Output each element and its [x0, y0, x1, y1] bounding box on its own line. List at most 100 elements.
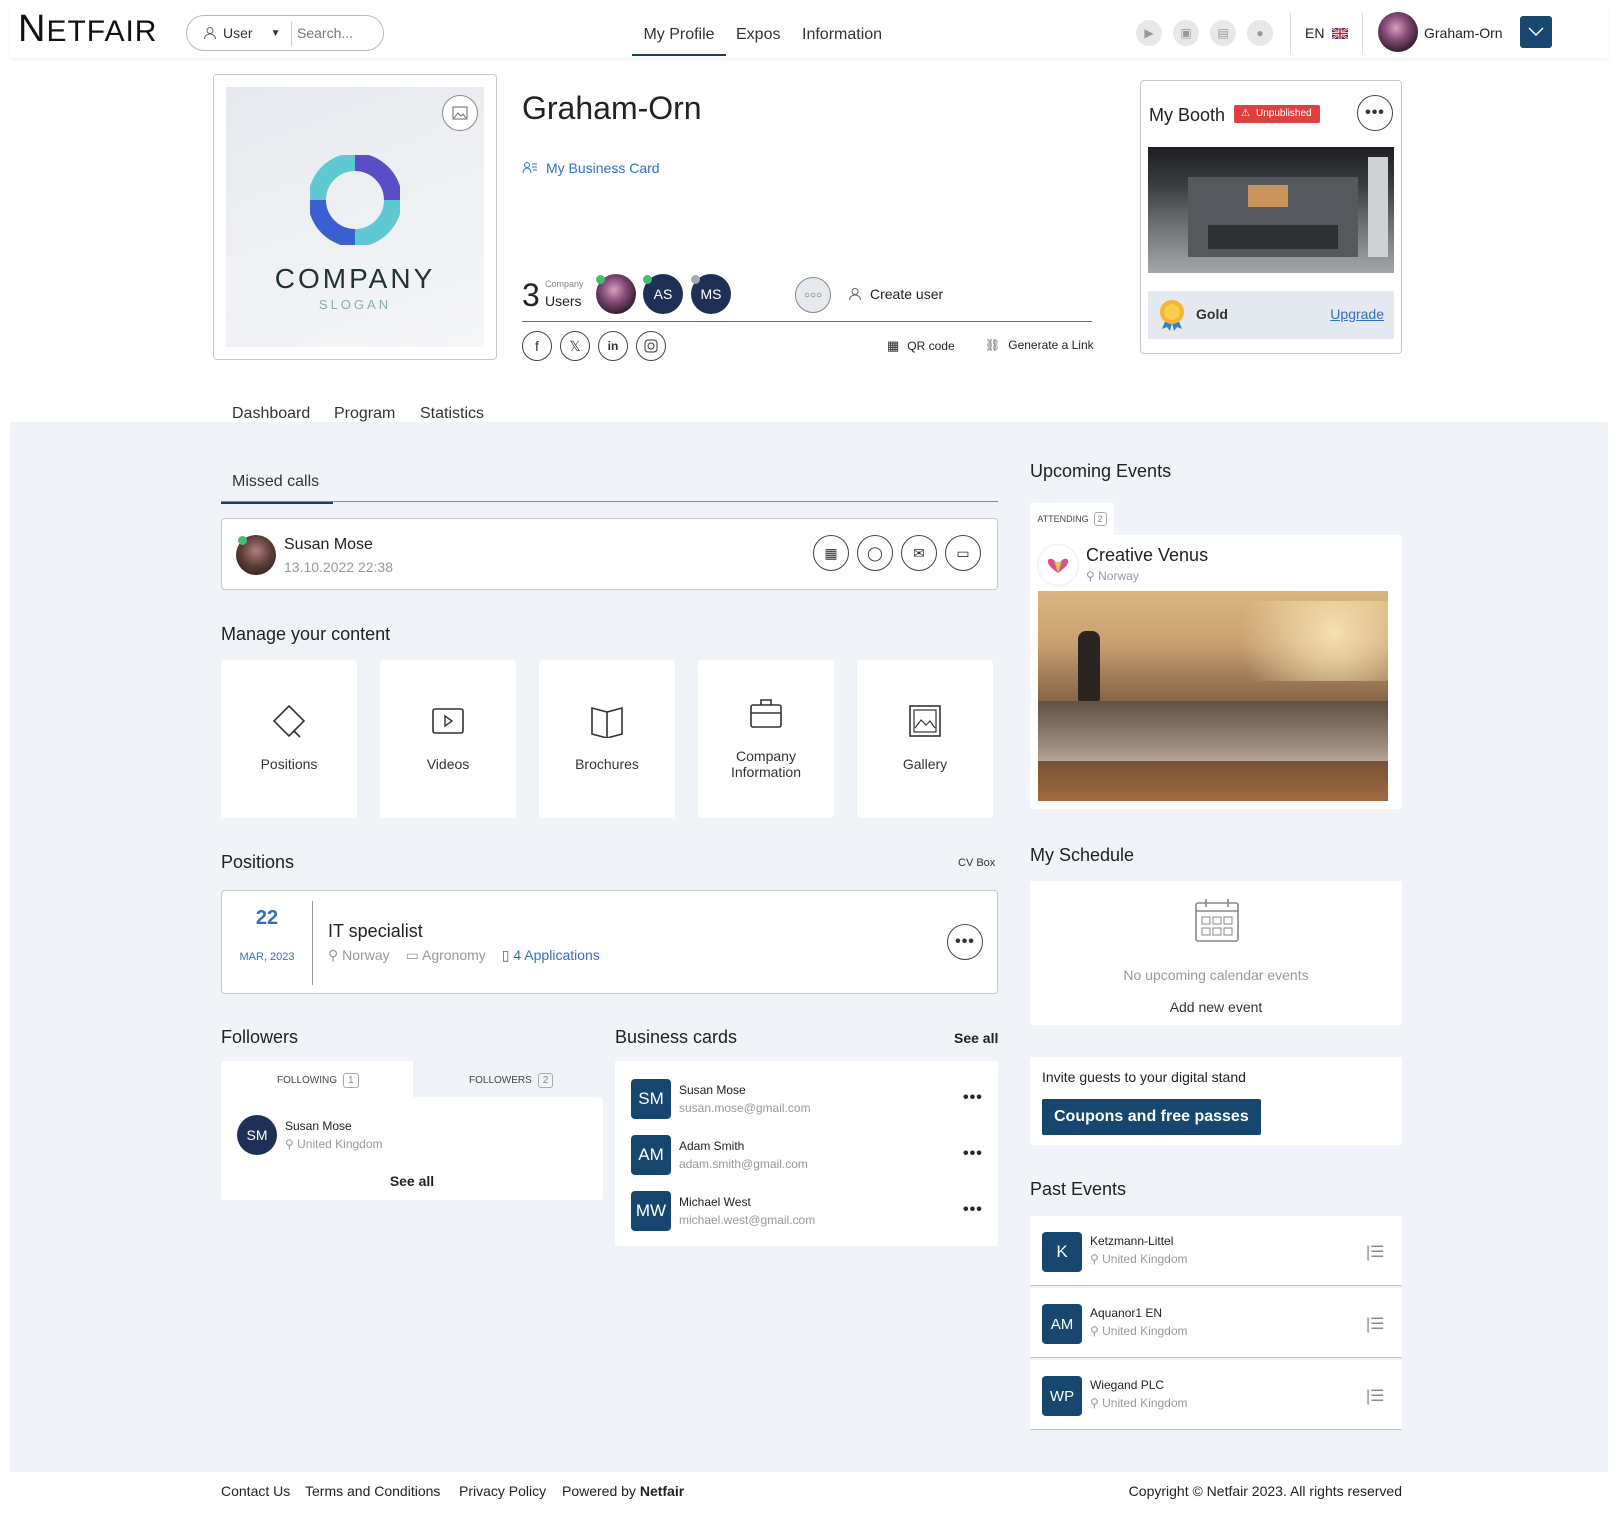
- cv-box-link[interactable]: CV Box: [958, 857, 995, 869]
- online-status-dot: [643, 275, 652, 284]
- nav-my-profile[interactable]: My Profile: [632, 26, 726, 56]
- gold-medal-icon: [1160, 300, 1184, 331]
- tile-positions[interactable]: Positions: [221, 660, 357, 818]
- play-icon[interactable]: ▶: [1136, 20, 1162, 46]
- upcoming-event-card[interactable]: Creative Venus ⚲ Norway: [1030, 535, 1402, 809]
- followers-title: Followers: [221, 1027, 299, 1047]
- tab-label: FOLLOWERS: [469, 1075, 532, 1086]
- chat-icon[interactable]: ▤: [1210, 20, 1236, 46]
- x-twitter-icon[interactable]: 𝕏: [560, 331, 590, 361]
- position-industry: ▭ Agronomy: [405, 947, 486, 963]
- past-event-row[interactable]: K Ketzmann-Littel ⚲ United Kingdom |☰: [1030, 1216, 1402, 1286]
- uk-flag-icon: [1332, 27, 1349, 39]
- add-event-link[interactable]: Add new event: [1030, 999, 1402, 1015]
- follower-avatar[interactable]: SM: [237, 1115, 277, 1155]
- generate-link-button[interactable]: ⛓ Generate a Link: [985, 338, 1094, 352]
- booth-preview-image[interactable]: [1148, 147, 1394, 273]
- tile-label: Gallery: [902, 756, 948, 772]
- footer-brand[interactable]: Netfair: [640, 1483, 684, 1499]
- language-select[interactable]: EN: [1305, 25, 1349, 41]
- follower-country: ⚲ United Kingdom: [285, 1137, 383, 1151]
- netfair-logo[interactable]: NETFAIR: [18, 10, 157, 49]
- nav-information[interactable]: Information: [802, 26, 882, 44]
- tile-company-information[interactable]: Company Information: [698, 660, 834, 818]
- tab-program[interactable]: Program: [334, 405, 395, 423]
- tab-attending[interactable]: ATTENDING 2: [1030, 503, 1114, 535]
- change-image-button[interactable]: [442, 95, 478, 131]
- position-row: 22 MAR, 2023 IT specialist ⚲ Norway ▭ Ag…: [221, 890, 998, 994]
- instagram-icon[interactable]: [636, 331, 666, 361]
- email-button[interactable]: ✉: [901, 535, 937, 571]
- past-event-menu-icon[interactable]: |☰: [1366, 1242, 1385, 1262]
- coupons-button[interactable]: Coupons and free passes: [1042, 1099, 1261, 1135]
- booth-tier-bar: Gold Upgrade: [1148, 291, 1394, 339]
- past-event-row[interactable]: AM Aquanor1 EN ⚲ United Kingdom |☰: [1030, 1288, 1402, 1358]
- business-card-link[interactable]: My Business Card: [522, 160, 660, 176]
- card-email: michael.west@gmail.com: [679, 1213, 816, 1227]
- user-name[interactable]: Graham-Orn: [1424, 25, 1503, 41]
- search-input[interactable]: [297, 23, 377, 43]
- location-pin-icon: ⚲: [1090, 1396, 1099, 1410]
- divider: [522, 321, 1092, 322]
- linkedin-icon[interactable]: in: [598, 331, 628, 361]
- count-badge: 2: [537, 1073, 554, 1088]
- more-dots-icon: •••: [1365, 104, 1385, 121]
- nav-expos[interactable]: Expos: [736, 26, 780, 44]
- tile-brochures[interactable]: Brochures: [539, 660, 675, 818]
- card-more-icon[interactable]: •••: [963, 1089, 983, 1107]
- tile-videos[interactable]: Videos: [380, 660, 516, 818]
- past-event-menu-icon[interactable]: |☰: [1366, 1314, 1385, 1334]
- position-applications-link[interactable]: ▯ 4 Applications: [502, 947, 600, 964]
- business-cards-see-all[interactable]: See all: [954, 1030, 998, 1046]
- footer-terms-link[interactable]: Terms and Conditions: [305, 1483, 440, 1499]
- card-avatar[interactable]: SM: [631, 1079, 671, 1119]
- upgrade-link[interactable]: Upgrade: [1330, 306, 1384, 322]
- tab-missed-calls[interactable]: Missed calls: [221, 473, 333, 504]
- briefcase-icon: ▭: [405, 947, 419, 963]
- follower-name: Susan Mose: [285, 1119, 352, 1133]
- divider: [291, 22, 292, 46]
- footer-privacy-link[interactable]: Privacy Policy: [459, 1483, 546, 1499]
- card-more-icon[interactable]: •••: [963, 1201, 983, 1219]
- video-call-button[interactable]: ▭: [945, 535, 981, 571]
- tile-gallery[interactable]: Gallery: [857, 660, 993, 818]
- image-icon: [452, 106, 468, 120]
- account-menu-button[interactable]: [1520, 16, 1552, 48]
- invite-text: Invite guests to your digital stand: [1042, 1069, 1246, 1085]
- tab-statistics[interactable]: Statistics: [420, 405, 484, 423]
- chat-icon: ◯: [867, 544, 883, 561]
- more-users-button[interactable]: ○○○: [795, 277, 831, 313]
- schedule-meeting-button[interactable]: ▦: [813, 535, 849, 571]
- card-more-icon[interactable]: •••: [963, 1145, 983, 1163]
- footer-copyright: Copyright © Netfair 2023. All rights res…: [1128, 1483, 1402, 1499]
- footer-contact-link[interactable]: Contact Us: [221, 1483, 290, 1499]
- create-user-button[interactable]: Create user: [848, 286, 943, 302]
- card-name: Michael West: [679, 1195, 751, 1209]
- company-logo-image: COMPANY SLOGAN: [226, 87, 484, 347]
- booth-more-button[interactable]: •••: [1357, 95, 1393, 131]
- unpublished-badge: ⚠ Unpublished: [1234, 105, 1320, 123]
- past-event-menu-icon[interactable]: |☰: [1366, 1386, 1385, 1406]
- qr-code-button[interactable]: ▦ QR code: [887, 338, 955, 354]
- footer-powered-by: Powered by Netfair: [562, 1483, 685, 1499]
- followers-see-all[interactable]: See all: [221, 1173, 603, 1189]
- card-avatar[interactable]: AM: [631, 1135, 671, 1175]
- facebook-icon[interactable]: f: [522, 331, 552, 361]
- past-event-row[interactable]: WP Wiegand PLC ⚲ United Kingdom |☰: [1030, 1360, 1402, 1430]
- screen-icon[interactable]: ▣: [1173, 20, 1199, 46]
- tab-following[interactable]: FOLLOWING 1: [277, 1073, 359, 1088]
- location-pin-icon: ⚲: [328, 947, 339, 963]
- event-location: ⚲ Norway: [1086, 569, 1139, 583]
- event-cover-image: [1038, 591, 1388, 801]
- position-meta: ⚲ Norway ▭ Agronomy ▯ 4 Applications: [328, 947, 600, 964]
- search-scope-select[interactable]: User ▼: [203, 25, 280, 41]
- tab-followers[interactable]: FOLLOWERS 2: [469, 1073, 554, 1088]
- chat-button[interactable]: ◯: [857, 535, 893, 571]
- divider: [312, 901, 313, 985]
- bell-icon[interactable]: ●: [1247, 20, 1273, 46]
- position-more-button[interactable]: •••: [947, 924, 983, 960]
- users-label: Users: [545, 293, 582, 309]
- card-name: Adam Smith: [679, 1139, 745, 1153]
- card-avatar[interactable]: MW: [631, 1191, 671, 1231]
- user-avatar[interactable]: [1378, 12, 1418, 52]
